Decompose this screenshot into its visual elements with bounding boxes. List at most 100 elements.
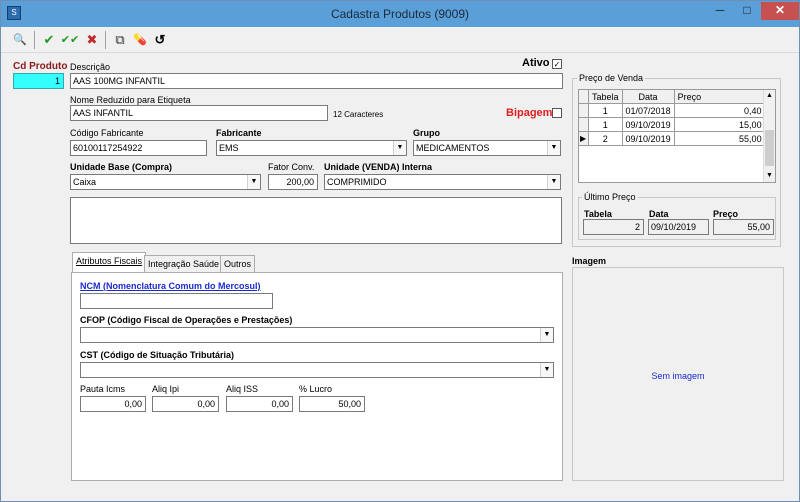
ativo-checkbox[interactable]: ✓ — [552, 59, 562, 69]
caracteres-count: 12 Caracteres — [333, 110, 384, 119]
unidade-venda-value: COMPRIMIDO — [327, 177, 387, 187]
maximize-button[interactable]: □ — [734, 2, 760, 20]
chevron-down-icon[interactable]: ▼ — [393, 141, 406, 155]
fabricante-value: EMS — [219, 143, 239, 153]
search-icon[interactable]: 🔍 — [11, 31, 29, 49]
cell-tabela: 1 — [588, 117, 623, 132]
table-row[interactable]: ▶ 2 09/10/2019 55,00 — [579, 131, 766, 146]
row-indicator — [579, 117, 589, 132]
unidade-base-select[interactable]: Caixa ▼ — [70, 174, 261, 190]
chevron-down-icon[interactable]: ▼ — [247, 175, 260, 189]
confirm-icon[interactable]: ✔ — [40, 31, 58, 49]
ativo-label: Ativo — [522, 57, 550, 69]
lucro-field[interactable]: 50,00 — [299, 396, 365, 412]
unidade-base-label: Unidade Base (Compra) — [70, 162, 173, 172]
cell-preco: 0,40 — [673, 103, 766, 118]
chevron-down-icon[interactable]: ▼ — [540, 328, 553, 342]
chevron-down-icon[interactable]: ▼ — [547, 141, 560, 155]
unidade-venda-select[interactable]: COMPRIMIDO ▼ — [324, 174, 561, 190]
cell-preco: 55,00 — [673, 131, 766, 146]
scroll-thumb[interactable] — [765, 130, 774, 166]
ultimo-tabela-value: 2 — [583, 219, 644, 235]
cell-data: 09/10/2019 — [621, 131, 675, 146]
row-indicator — [579, 103, 589, 118]
nome-reduzido-field[interactable]: AAS INFANTIL — [70, 105, 328, 121]
col-preco-header[interactable]: Preço — [673, 90, 766, 104]
descricao-field[interactable]: AAS 100MG INFANTIL — [70, 73, 563, 89]
chevron-down-icon[interactable]: ▼ — [547, 175, 560, 189]
confirm-all-icon[interactable]: ✔✔ — [59, 31, 81, 49]
ultimo-data-label: Data — [649, 209, 669, 219]
tab-panel-atributos-fiscais: NCM (Nomenclatura Comum do Mercosul) CFO… — [71, 272, 563, 481]
ultimo-preco-value: 55,00 — [713, 219, 774, 235]
nome-reduzido-label: Nome Reduzido para Etiqueta — [70, 95, 191, 105]
cd-produto-field[interactable]: 1 — [13, 73, 64, 89]
table-row[interactable]: 1 09/10/2019 15,00 — [579, 117, 766, 132]
pauta-icms-label: Pauta Icms — [80, 384, 126, 394]
aliq-iss-label: Aliq ISS — [226, 384, 259, 394]
cell-data: 01/07/2018 — [621, 103, 675, 118]
aliq-iss-field[interactable]: 0,00 — [226, 396, 293, 412]
descricao-label: Descrição — [70, 62, 111, 72]
ultimo-data-value: 09/10/2019 — [648, 219, 709, 235]
tab-outros[interactable]: Outros — [220, 255, 256, 272]
current-row-arrow-icon: ▶ — [579, 131, 589, 146]
toolbar: 🔍 ✔ ✔✔ ✖ ⧉ 💊 ↺ — [1, 27, 799, 53]
aliq-ipi-field[interactable]: 0,00 — [152, 396, 219, 412]
bipagem-checkbox[interactable] — [552, 108, 562, 118]
fabricante-label: Fabricante — [216, 128, 262, 138]
tab-label: Integração Saúde — [148, 259, 220, 269]
cancel-icon[interactable]: ✖ — [83, 31, 101, 49]
toolbar-separator — [105, 31, 106, 49]
codigo-fabricante-field[interactable]: 60100117254922 — [70, 140, 207, 156]
window: S Cadastra Produtos (9009) ─ □ ✕ 🔍 ✔ ✔✔ … — [0, 0, 800, 502]
grupo-label: Grupo — [413, 128, 440, 138]
ultimo-preco-title: Último Preço — [582, 192, 638, 202]
close-button[interactable]: ✕ — [761, 2, 799, 20]
preco-venda-grid[interactable]: Tabela Data Preço 1 01/07/2018 0,40 1 09… — [578, 89, 776, 183]
grupo-select[interactable]: MEDICAMENTOS ▼ — [413, 140, 561, 156]
fabricante-select[interactable]: EMS ▼ — [216, 140, 407, 156]
grupo-value: MEDICAMENTOS — [416, 143, 490, 153]
ultimo-preco-label: Preço — [713, 209, 739, 219]
grid-scrollbar[interactable]: ▲ ▼ — [763, 90, 775, 182]
copy-icon[interactable]: ⧉ — [111, 31, 129, 49]
unidade-venda-label: Unidade (VENDA) Interna — [324, 162, 433, 172]
tab-label: Atributos Fiscais — [76, 256, 143, 266]
minimize-button[interactable]: ─ — [707, 2, 733, 20]
cst-select[interactable]: ▼ — [80, 362, 554, 378]
cell-data: 09/10/2019 — [621, 117, 675, 132]
imagem-box[interactable]: Sem imagem — [572, 267, 784, 481]
preco-venda-title: Preço de Venda — [577, 73, 646, 83]
unidade-base-value: Caixa — [73, 177, 97, 187]
ncm-field[interactable] — [80, 293, 273, 309]
tab-atributos-fiscais[interactable]: Atributos Fiscais — [72, 252, 147, 273]
bipagem-label: Bipagem — [506, 107, 553, 119]
cfop-select[interactable]: ▼ — [80, 327, 554, 343]
cell-preco: 15,00 — [673, 117, 766, 132]
tab-integracao-saude[interactable]: Integração Saúde — [144, 255, 224, 272]
chevron-down-icon[interactable]: ▼ — [540, 363, 553, 377]
window-title: Cadastra Produtos (9009) — [330, 7, 470, 21]
cd-produto-label: Cd Produto — [13, 61, 68, 72]
aliq-ipi-label: Aliq Ipi — [152, 384, 180, 394]
cell-tabela: 1 — [588, 103, 623, 118]
scroll-up-icon[interactable]: ▲ — [764, 90, 775, 102]
ncm-link[interactable]: NCM (Nomenclatura Comum do Mercosul) — [80, 281, 261, 291]
scroll-down-icon[interactable]: ▼ — [764, 170, 775, 182]
observacoes-memo[interactable] — [70, 197, 562, 244]
toolbar-separator — [34, 31, 35, 49]
col-data-header[interactable]: Data — [621, 90, 675, 104]
fator-conv-field[interactable]: 200,00 — [268, 174, 318, 190]
cell-tabela: 2 — [588, 131, 623, 146]
pauta-icms-field[interactable]: 0,00 — [80, 396, 146, 412]
fator-conv-label: Fator Conv. — [268, 162, 315, 172]
sem-imagem-text: Sem imagem — [651, 371, 705, 381]
codigo-fabricante-label: Código Fabricante — [70, 128, 144, 138]
history-icon[interactable]: ↺ — [151, 31, 169, 49]
table-row[interactable]: 1 01/07/2018 0,40 — [579, 103, 766, 118]
title-bar[interactable]: S Cadastra Produtos (9009) ─ □ ✕ — [1, 1, 799, 27]
grid-indicator-header — [579, 90, 589, 104]
col-tabela-header[interactable]: Tabela — [588, 90, 623, 104]
pills-icon[interactable]: 💊 — [131, 31, 149, 49]
